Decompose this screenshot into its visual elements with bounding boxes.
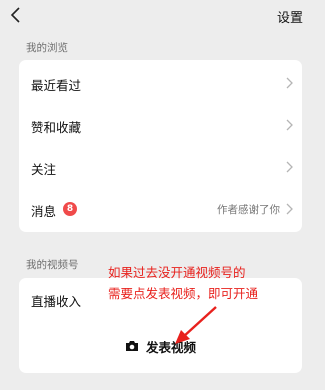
row-label: 最近看过 <box>31 78 82 93</box>
chevron-right-icon <box>285 77 293 89</box>
row-recently-viewed[interactable]: 最近看过 <box>19 63 302 103</box>
message-preview: 作者感谢了你 <box>217 204 280 216</box>
row-label: 赞和收藏 <box>31 120 82 135</box>
chevron-left-icon <box>10 7 20 23</box>
annotation-arrow <box>175 306 217 344</box>
settings-button[interactable]: 设置 <box>277 7 303 26</box>
unread-badge: 8 <box>63 202 77 216</box>
annotation-line: 如果过去没开通视频号的 <box>108 265 246 280</box>
row-likes-favorites[interactable]: 赞和收藏 <box>19 105 302 145</box>
chevron-right-icon <box>285 161 293 173</box>
camera-icon <box>126 341 138 351</box>
row-label: 关注 <box>31 162 57 177</box>
chevron-right-icon <box>285 119 293 131</box>
browse-card: 最近看过 赞和收藏 关注 消息 8 作者感谢了你 <box>19 60 302 232</box>
annotation-line: 需要点发表视频，即可开通 <box>108 286 259 301</box>
annotation-note: 如果过去没开通视频号的 需要点发表视频，即可开通 <box>108 262 258 304</box>
section-title-channels: 我的视频号 <box>26 259 79 271</box>
top-bar: 设置 <box>0 0 325 30</box>
chevron-right-icon <box>285 203 293 215</box>
live-income-item[interactable]: 直播收入 <box>31 291 81 310</box>
row-following[interactable]: 关注 <box>19 147 302 187</box>
row-messages[interactable]: 消息 8 作者感谢了你 <box>19 189 302 229</box>
back-button[interactable] <box>8 4 26 26</box>
section-title-browse: 我的浏览 <box>26 42 68 54</box>
row-label: 消息 <box>31 204 57 219</box>
